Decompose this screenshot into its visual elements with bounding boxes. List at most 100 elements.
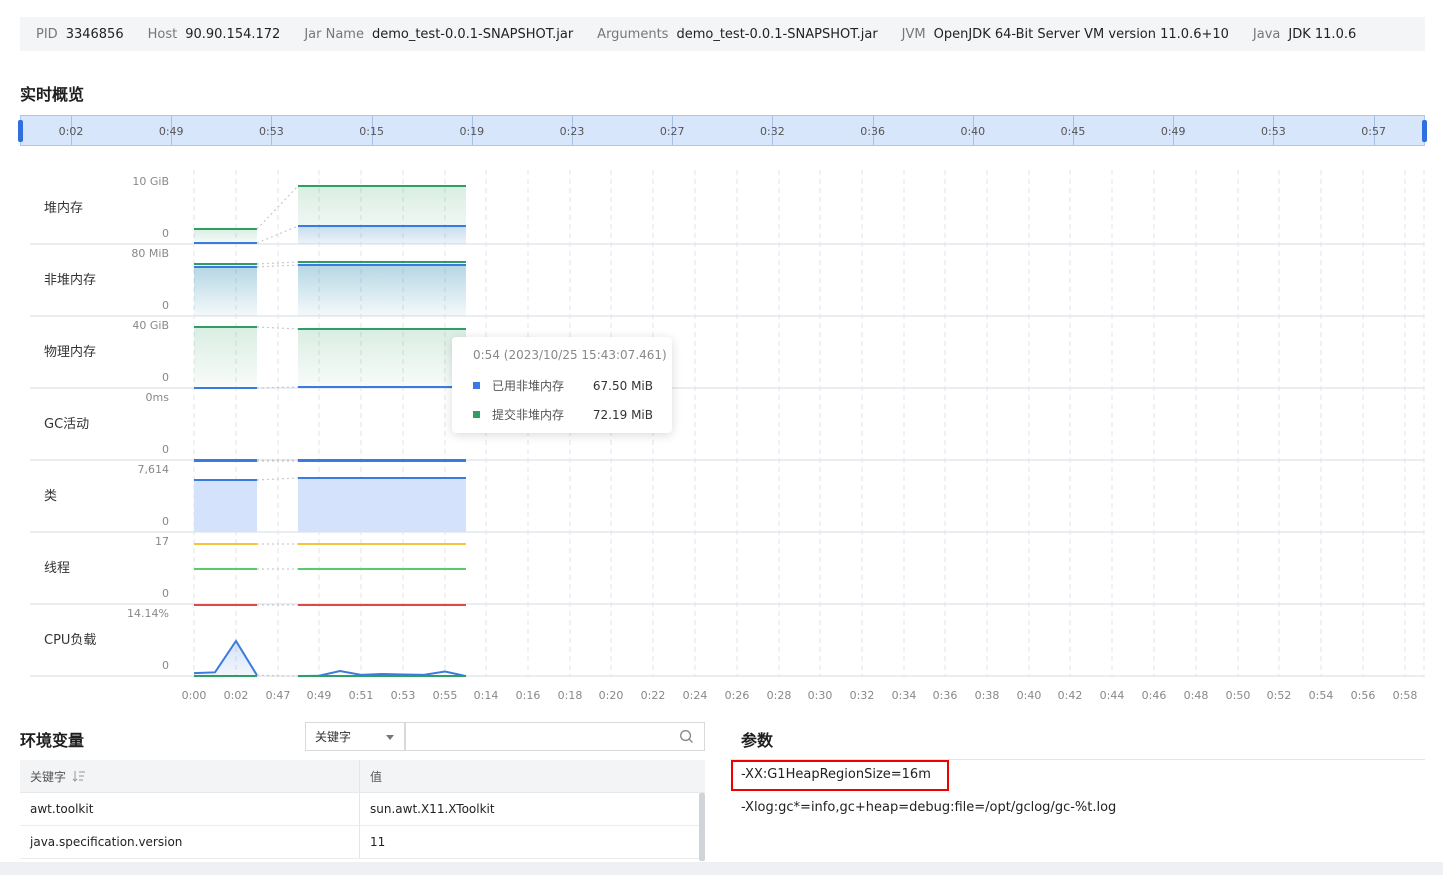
- x-tick-label: 0:44: [1100, 689, 1125, 702]
- row-max-label: 0ms: [146, 391, 170, 404]
- timeline-tick-label: 0:02: [58, 125, 84, 138]
- x-tick-label: 0:49: [307, 689, 332, 702]
- timeline-tick-label: 0:53: [259, 125, 284, 138]
- params-title: 参数: [741, 731, 774, 750]
- timeline-tick-label: 0:36: [860, 125, 885, 138]
- x-tick-label: 0:58: [1393, 689, 1418, 702]
- env-table-header: 关键字 值: [20, 760, 705, 793]
- x-tick-label: 0:48: [1184, 689, 1209, 702]
- x-tick-label: 0:54: [1309, 689, 1334, 702]
- param-item: -XX:G1HeapRegionSize=16m: [741, 767, 931, 782]
- bottom-scrollbar[interactable]: [0, 862, 1443, 875]
- row-label: 类: [44, 489, 57, 504]
- row-label: 线程: [44, 561, 70, 576]
- time-range-slider[interactable]: 0:02 0:49 0:53 0:15 0:19 0:23 0:27 0:32 0:36 0:40…: [18, 115, 1427, 146]
- chart-tooltip: 0:54 (2023/10/25 15:43:07.461) 已用非堆内存 67…: [452, 337, 672, 433]
- env-table-scrollbar[interactable]: [699, 793, 705, 861]
- timeline-tick-label: 0:49: [158, 125, 184, 138]
- row-min-label: 0: [162, 515, 169, 528]
- tooltip-row-used: 已用非堆内存 67.50 MiB: [473, 377, 653, 394]
- info-pid: PID 3346856: [36, 26, 124, 42]
- timeline-tick-label: 0:32: [760, 125, 785, 138]
- row-max-label: 7,614: [138, 463, 170, 476]
- area-fill: [298, 226, 466, 244]
- row-max-label: 40 GiB: [132, 319, 169, 332]
- x-tick-label: 0:47: [266, 689, 291, 702]
- timeline-tick-label: 0:45: [1060, 125, 1086, 138]
- chevron-down-icon: [386, 735, 394, 740]
- row-min-label: 0: [162, 227, 169, 240]
- x-tick-label: 0:28: [767, 689, 792, 702]
- x-tick-label: 0:52: [1267, 689, 1292, 702]
- row-min-label: 0: [162, 587, 169, 600]
- used-legend-dot-icon: [473, 382, 480, 389]
- info-arguments: Arguments demo_test-0.0.1-SNAPSHOT.jar: [597, 26, 878, 42]
- x-tick-label: 0:16: [516, 689, 541, 702]
- env-title: 环境变量: [20, 731, 85, 750]
- overview-title: 实时概览: [20, 85, 85, 104]
- x-tick-label: 0:51: [349, 689, 374, 702]
- area-fill: [298, 264, 466, 316]
- process-info-bar: PID 3346856 Host 90.90.154.172 Jar Name dem…: [20, 17, 1425, 51]
- row-label: 堆内存: [44, 200, 83, 216]
- area-fill: [194, 229, 257, 244]
- x-tick-label: 0:00: [182, 689, 207, 702]
- row-min-label: 0: [162, 659, 169, 672]
- param-item: -Xlog:gc*=info,gc+heap=debug:file=/opt/g…: [741, 800, 1117, 815]
- env-table: 关键字 值 awt.toolkit sun.awt.X11.XToolkit j…: [20, 760, 705, 859]
- env-filter-select[interactable]: 关键字: [305, 722, 405, 751]
- area-fill: [194, 480, 257, 532]
- x-tick-label: 0:20: [599, 689, 624, 702]
- gap-connector: [256, 264, 299, 268]
- timeline-tick-label: 0:15: [359, 125, 384, 138]
- timeline-tick-label: 0:19: [459, 125, 485, 138]
- info-jvm: JVM OpenJDK 64-Bit Server VM version 11.0…: [901, 26, 1229, 42]
- x-tick-label: 0:26: [725, 689, 750, 702]
- area-fill: [194, 266, 257, 316]
- env-search-input[interactable]: [405, 722, 705, 751]
- x-tick-label: 0:42: [1058, 689, 1083, 702]
- realtime-overview-chart: 堆内存 10 GiB 0 非堆内存 80 MiB 0 物理内存 40 GiB 0 GC活动 0ms 0…: [30, 170, 1425, 702]
- range-end-handle[interactable]: [1422, 120, 1427, 142]
- row-min-label: 0: [162, 371, 169, 384]
- area-fill: [298, 478, 466, 532]
- row-max-label: 14.14%: [127, 607, 169, 620]
- row-max-label: 17: [155, 535, 169, 548]
- row-min-label: 0: [162, 443, 169, 456]
- timeline-tick-label: 0:53: [1261, 125, 1286, 138]
- tooltip-title: 0:54 (2023/10/25 15:43:07.461): [473, 348, 667, 362]
- timeline-tick-label: 0:49: [1160, 125, 1186, 138]
- x-tick-label: 0:53: [391, 689, 416, 702]
- x-tick-label: 0:36: [933, 689, 958, 702]
- x-tick-label: 0:24: [683, 689, 708, 702]
- x-tick-label: 0:22: [641, 689, 666, 702]
- row-label: 物理内存: [44, 344, 96, 360]
- table-row[interactable]: java.specification.version 11: [20, 826, 705, 859]
- x-tick-label: 0:50: [1226, 689, 1251, 702]
- info-java: Java JDK 11.0.6: [1252, 26, 1357, 42]
- timeline-tick-label: 0:27: [659, 125, 685, 138]
- timeline-tick-label: 0:57: [1361, 125, 1386, 138]
- x-tick-label: 0:18: [558, 689, 583, 702]
- row-max-label: 10 GiB: [132, 175, 169, 188]
- info-host: Host 90.90.154.172: [147, 26, 281, 42]
- tooltip-row-committed: 提交非堆内存 72.19 MiB: [473, 406, 653, 423]
- x-tick-label: 0:02: [224, 689, 249, 702]
- row-label: CPU负载: [44, 633, 96, 648]
- table-row[interactable]: awt.toolkit sun.awt.X11.XToolkit: [20, 793, 705, 826]
- row-label: GC活动: [44, 417, 89, 432]
- x-tick-label: 0:32: [850, 689, 875, 702]
- area-fill: [298, 329, 466, 388]
- x-tick-label: 0:40: [1017, 689, 1042, 702]
- row-max-label: 80 MiB: [131, 247, 169, 260]
- x-tick-label: 0:30: [808, 689, 833, 702]
- row-label: 非堆内存: [44, 272, 96, 288]
- sort-icon[interactable]: [72, 770, 86, 782]
- x-tick-label: 0:14: [474, 689, 499, 702]
- x-tick-label: 0:38: [975, 689, 1000, 702]
- search-icon[interactable]: [679, 729, 694, 744]
- range-start-handle[interactable]: [18, 120, 23, 142]
- col-key-header[interactable]: 关键字: [20, 760, 360, 792]
- info-jar-name: Jar Name demo_test-0.0.1-SNAPSHOT.jar: [304, 26, 574, 42]
- col-value-header: 值: [370, 769, 383, 784]
